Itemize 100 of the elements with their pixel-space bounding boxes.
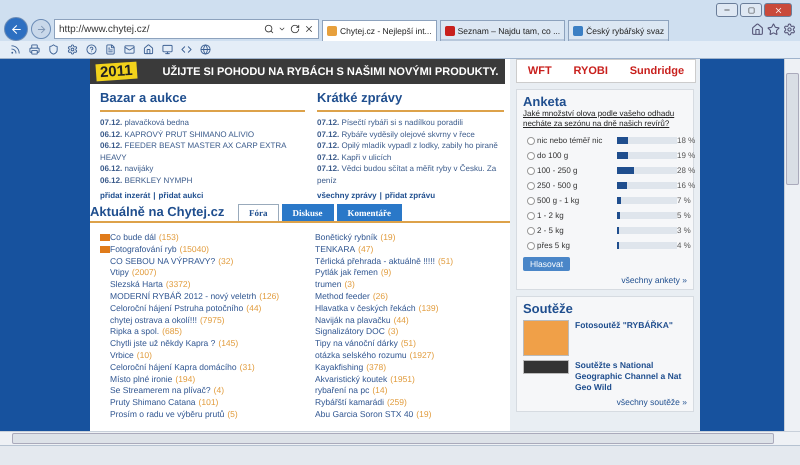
forum-link[interactable]: Chytli jste už někdy Kapra ? (145) (100, 338, 305, 350)
more-link[interactable]: všechny soutěže » (616, 397, 687, 407)
globe-icon[interactable] (200, 44, 211, 55)
settings-icon[interactable] (67, 44, 78, 55)
forum-link[interactable]: Těrlická přehrada - aktuálně !!!!! (51) (305, 256, 510, 268)
forum-link[interactable]: Se Streamerem na plívač? (4) (100, 385, 305, 398)
forum-link[interactable]: Vrbice (10) (100, 350, 305, 362)
forum-link[interactable]: Pruty Shimano Catana (101) (100, 397, 305, 409)
page-icon[interactable] (105, 44, 116, 55)
forum-link[interactable]: Tipy na vánoční dárky (51) (305, 338, 510, 350)
news-item[interactable]: 07.12. Kapři v ulicích (317, 152, 504, 163)
forum-link[interactable]: Místo plné ironie (194) (100, 374, 305, 386)
sponsor-banner[interactable]: WFT RYOBI Sundridge (516, 59, 696, 83)
section-link[interactable]: přidat aukci (158, 191, 204, 200)
browser-tab[interactable]: Seznam – Najdu tam, co ... (440, 20, 566, 41)
forum-link[interactable]: Abu Garcia Soron STX 40 (19) (305, 408, 510, 421)
close-button[interactable] (764, 3, 792, 17)
forum-link[interactable]: otázka selského rozumu (1927) (305, 350, 510, 362)
section-link[interactable]: přidat inzerát (100, 191, 150, 200)
close-icon[interactable] (304, 24, 314, 34)
radio-button[interactable] (527, 182, 535, 190)
vote-button[interactable]: Hlasovat (523, 257, 570, 271)
news-item[interactable]: 07.12. Vědci budou sčítat a měřit ryby v Česku. Za peníz (317, 163, 504, 186)
section-tab[interactable]: Diskuse (282, 204, 334, 221)
poll-question[interactable]: Jaké množství olova podle vašeho odhadu necháte za sezónu na dně našich revírů? (523, 109, 687, 129)
address-bar[interactable]: http://www.chytej.cz/ (54, 19, 319, 39)
search-icon[interactable] (264, 24, 274, 34)
contest-link[interactable]: Soutěžte s National Geographic Channel a Nat Geo Wild (575, 360, 687, 393)
code-icon[interactable] (181, 44, 192, 55)
forum-link[interactable]: MODERNÍ RYBÁŘ 2012 - nový veletrh (126) (100, 290, 305, 303)
monitor-icon[interactable] (162, 44, 173, 55)
forum-link[interactable]: Rybářští kamarádi (259) (305, 397, 510, 409)
refresh-icon[interactable] (290, 24, 300, 34)
home-icon[interactable] (143, 44, 154, 55)
sponsor-logo: WFT (528, 65, 552, 77)
bazar-item[interactable]: 06.12. KAPROVÝ PRUT SHIMANO ALIVIO (100, 128, 305, 140)
news-item[interactable]: 07.12. Opilý mladík vypadl z lodky, zabily ho piraně (317, 140, 504, 152)
forum-link[interactable]: trumen (3) (305, 279, 510, 291)
forum-link[interactable]: Celoroční hájení Kapra domácího (31) (100, 362, 305, 374)
back-button[interactable] (4, 17, 28, 41)
help-icon[interactable] (86, 44, 97, 55)
forum-link[interactable]: Prosím o radu ve výběru prutů (5) (100, 408, 305, 421)
forum-link[interactable]: Pytlák jak řemen (9) (305, 267, 510, 280)
bazar-item[interactable]: 06.12. BERKLEY NYMPH (100, 174, 305, 186)
forum-link[interactable]: Signalizátory DOC (3) (305, 326, 510, 338)
forum-link[interactable]: Slezská Harta (3372) (100, 279, 305, 291)
section-tab[interactable]: Komentáře (336, 204, 402, 221)
forum-link[interactable]: Vtipy (2007) (100, 267, 305, 280)
radio-button[interactable] (527, 152, 535, 160)
mail-icon[interactable] (124, 44, 135, 55)
printer-icon[interactable] (29, 44, 40, 55)
forum-link[interactable]: Bonětický rybník (19) (305, 232, 510, 244)
browser-tab[interactable]: Chytej.cz - Nejlepší int... (322, 20, 437, 41)
forum-link[interactable]: Method feeder (26) (305, 290, 510, 303)
more-link[interactable]: všechny ankety » (621, 275, 687, 285)
home-icon[interactable] (751, 22, 764, 36)
radio-button[interactable] (527, 196, 535, 204)
rss-icon[interactable] (10, 44, 21, 55)
section-tab[interactable]: Fóra (238, 204, 278, 221)
section-link[interactable]: přidat zprávu (384, 191, 436, 200)
maximize-button[interactable] (740, 3, 762, 17)
forum-link[interactable]: Kayakfishing (378) (305, 362, 510, 374)
bazar-item[interactable]: 07.12. plavačková bedna (100, 117, 305, 128)
forum-link[interactable]: Ripka a spol. (685) (100, 326, 305, 338)
forum-link[interactable]: TENKARA (47) (305, 244, 510, 256)
scroll-thumb[interactable] (12, 433, 774, 444)
forum-link[interactable]: Co bude dál (153) (100, 232, 305, 244)
radio-button[interactable] (527, 226, 535, 234)
poll-option: 2 - 5 kg (537, 226, 617, 235)
dropdown-icon[interactable] (278, 25, 286, 33)
shield-icon[interactable] (48, 44, 59, 55)
forum-link[interactable]: chytej ostrava a okolí!!! (7975) (100, 314, 305, 326)
star-icon[interactable] (767, 22, 780, 36)
scroll-thumb[interactable] (786, 73, 799, 185)
panel-heading: Soutěže (523, 301, 574, 316)
radio-button[interactable] (527, 136, 535, 144)
browser-tab[interactable]: Český rybářský svaz (568, 20, 670, 41)
bazar-item[interactable]: 06.12. navijáky (100, 163, 305, 174)
forum-link[interactable]: Naviják na plavačku (44) (305, 314, 510, 326)
contest-link[interactable]: Fotosoutěž "RYBÁŘKA" (575, 320, 673, 356)
news-item[interactable]: 07.12. Písečtí rybáři si s nadílkou poradili (317, 117, 504, 128)
forward-button[interactable] (31, 19, 51, 39)
advert-banner[interactable]: 2011 UŽIJTE SI POHODU NA RYBÁCH S NAŠIMI NOVÝMI PRODUKTY. (90, 59, 505, 84)
settings-icon[interactable] (783, 22, 796, 36)
horizontal-scrollbar[interactable] (0, 431, 800, 445)
forum-link[interactable]: Celoroční hájení Pstruha potočního (44) (100, 302, 305, 315)
minimize-button[interactable] (716, 3, 738, 17)
forum-link[interactable]: Akvaristický koutek (1951) (305, 374, 510, 386)
contest-image[interactable] (523, 360, 569, 374)
radio-button[interactable] (527, 242, 535, 250)
forum-link[interactable]: Fotografování ryb (15040) (100, 244, 305, 256)
vertical-scrollbar[interactable] (784, 59, 800, 431)
forum-link[interactable]: CO SEBOU NA VÝPRAVY? (32) (100, 256, 305, 268)
radio-button[interactable] (527, 212, 535, 220)
section-link[interactable]: všechny zprávy (317, 191, 377, 200)
radio-button[interactable] (527, 166, 535, 174)
forum-link[interactable]: Hlavatka v českých řekách (139) (305, 302, 510, 315)
panel-heading: Anketa (523, 94, 568, 109)
forum-link[interactable]: rybaření na pc (14) (305, 385, 510, 398)
news-item[interactable]: 07.12. Rybáře vyděsily olejové skvrny v řece (317, 128, 504, 140)
